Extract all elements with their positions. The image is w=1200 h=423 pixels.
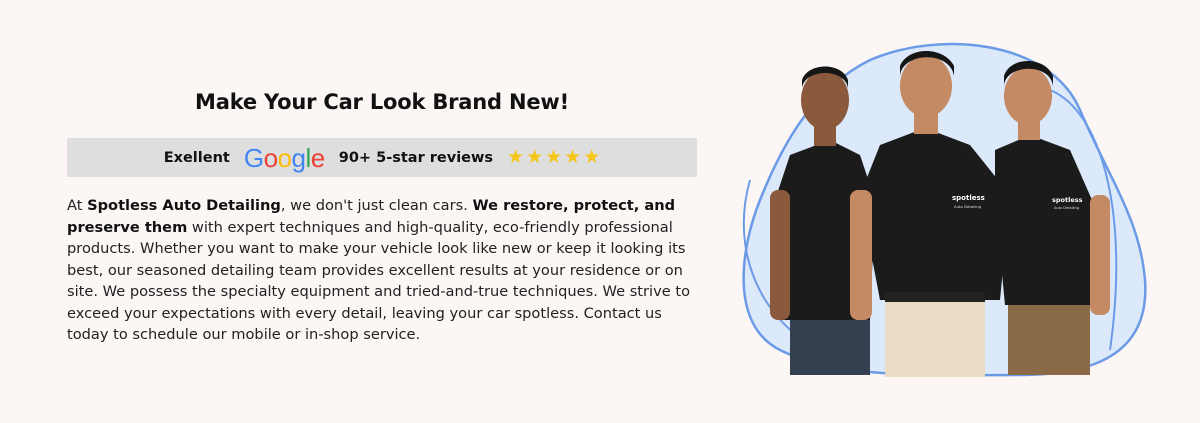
google-letter: G [243, 142, 264, 173]
body-text: , we don't just clean cars. [280, 197, 473, 214]
star-icon: ★ [564, 146, 582, 168]
star-icon: ★ [583, 146, 601, 168]
google-letter: g [291, 142, 306, 173]
shirt-logo-brand: spotless [1052, 196, 1083, 204]
page-title: Make Your Car Look Brand New! [195, 90, 569, 114]
review-bar: Exellent Google 90+ 5-star reviews ★ ★ ★ ★ ★ [67, 138, 697, 177]
intro-paragraph: At Spotless Auto Detailing, we don't jus… [67, 195, 707, 346]
company-name: Spotless Auto Detailing [87, 197, 281, 214]
team-photo: spotless Auto Detailing spotless Auto De… [720, 30, 1160, 390]
google-letter: o [263, 142, 278, 173]
star-icon: ★ [526, 146, 544, 168]
shirt-logo-brand: spotless [952, 194, 985, 202]
star-icon: ★ [507, 146, 525, 168]
google-logo: Google [244, 145, 325, 171]
star-rating: ★ ★ ★ ★ ★ [507, 148, 600, 167]
google-letter: o [277, 142, 292, 173]
shirt-logo-sub: Auto Detailing [954, 204, 982, 209]
star-icon: ★ [545, 146, 563, 168]
body-text: with expert techniques and high-quality,… [67, 218, 690, 344]
body-text: At [67, 197, 88, 214]
google-letter: e [310, 142, 325, 173]
review-count: 90+ 5-star reviews [338, 149, 494, 166]
review-label: Exellent [163, 149, 230, 166]
shirt-logo-sub: Auto Detailing [1054, 206, 1079, 210]
team-illustration: spotless Auto Detailing spotless Auto De… [742, 42, 1147, 377]
